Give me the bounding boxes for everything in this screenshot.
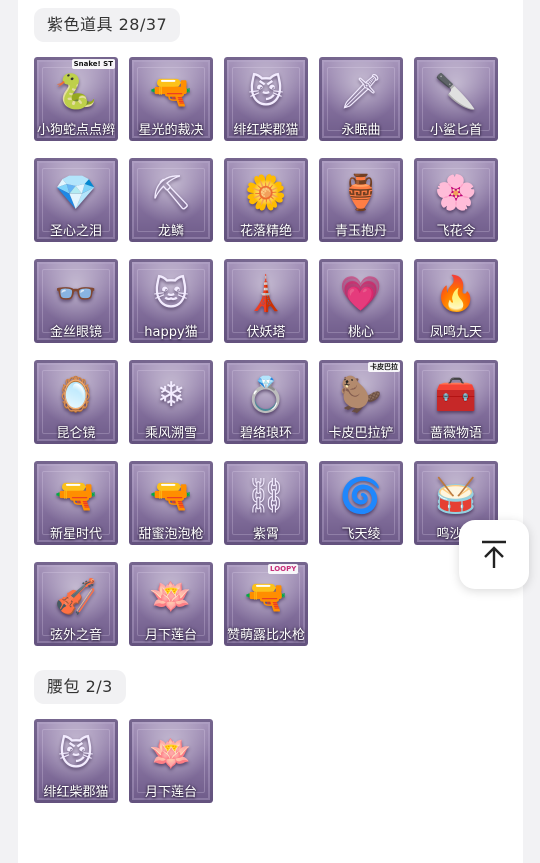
item-card[interactable]: 🪞 昆仑镜 xyxy=(34,360,118,444)
bubble-gun-icon: 🔫 xyxy=(149,476,193,517)
sword-icon: 🗡 xyxy=(339,72,383,113)
item-label: 小狗蛇点点辫 xyxy=(36,123,115,138)
gem-staff-icon: 💎 xyxy=(54,173,98,214)
cat-figure-icon: 🐱 xyxy=(153,274,189,315)
item-card[interactable]: 🔪 小鲨匕首 xyxy=(414,57,498,141)
item-card[interactable]: 🐍 Snake! ST 小狗蛇点点辫 xyxy=(34,57,118,141)
item-label: 伏妖塔 xyxy=(246,325,286,340)
item-label: 绯红柴郡猫 xyxy=(233,123,299,138)
first-aid-box-icon: 🧰 xyxy=(434,375,478,416)
item-label: 凤鸣九天 xyxy=(429,325,482,340)
item-label: 赞萌露比水枪 xyxy=(226,628,305,643)
item-badge: Snake! ST xyxy=(71,59,115,69)
item-card[interactable]: ⛏ 龙鳞 xyxy=(129,158,213,242)
item-card[interactable]: 🔫 LOOPY 赞萌露比水枪 xyxy=(224,562,308,646)
waist-bag-grid: 😼 绯红柴郡猫 🪷 月下莲台 xyxy=(34,719,498,803)
item-label: 圣心之泪 xyxy=(49,224,102,239)
item-card[interactable]: 🔫 新星时代 xyxy=(34,461,118,545)
revolver-icon: 🔫 xyxy=(149,72,193,113)
item-card[interactable]: 🔫 星光的裁决 xyxy=(129,57,213,141)
item-card[interactable]: 💗 桃心 xyxy=(319,259,403,343)
item-card[interactable]: ❄ 乘风溯雪 xyxy=(129,360,213,444)
glasses-icon: 👓 xyxy=(54,274,98,315)
section-title-purple-items: 紫色道具 28/37 xyxy=(34,8,181,42)
flower-staff-icon: 🌼 xyxy=(244,173,288,214)
item-card[interactable]: 🌼 花落精绝 xyxy=(224,158,308,242)
item-label: 星光的裁决 xyxy=(138,123,204,138)
flower-ball-icon: 🌸 xyxy=(434,173,478,214)
item-card[interactable]: 😼 绯红柴郡猫 xyxy=(34,719,118,803)
purple-items-grid: 🐍 Snake! ST 小狗蛇点点辫 🔫 星光的裁决 😼 绯红柴郡猫 🗡 永眠曲 🔪 小鲨匕首 💎 圣心… xyxy=(34,57,498,646)
item-card[interactable]: 💍 碧络琅环 xyxy=(224,360,308,444)
item-label: 飞天绫 xyxy=(341,527,381,542)
shovel-icon: ⛏ xyxy=(149,173,193,214)
item-label: 飞花令 xyxy=(436,224,476,239)
instrument-icon: 🎻 xyxy=(54,577,98,618)
item-label: 弦外之音 xyxy=(49,628,102,643)
section-title-waist-bag: 腰包 2/3 xyxy=(34,670,126,704)
item-card[interactable]: 🎻 弦外之音 xyxy=(34,562,118,646)
item-label: 卡皮巴拉铲 xyxy=(328,426,394,441)
golden-pistol-icon: 🔫 xyxy=(54,476,98,517)
heart-wand-icon: 💗 xyxy=(339,274,383,315)
item-label: 龙鳞 xyxy=(157,224,184,239)
blue-armor-icon: ❄ xyxy=(156,375,186,416)
item-card[interactable]: 🪷 月下莲台 xyxy=(129,562,213,646)
lotus-staff-icon: 🪷 xyxy=(149,577,193,618)
ribbon-icon: 🌀 xyxy=(339,476,383,517)
pagoda-icon: 🗼 xyxy=(244,274,288,315)
item-card[interactable]: 🌀 飞天绫 xyxy=(319,461,403,545)
item-card[interactable]: 🔥 凤鸣九天 xyxy=(414,259,498,343)
drum-staff-icon: 🥁 xyxy=(434,476,478,517)
item-label: 青玉抱丹 xyxy=(334,224,387,239)
snake-figure-icon: 🐍 xyxy=(54,72,98,113)
item-card[interactable]: 🌸 飞花令 xyxy=(414,158,498,242)
mirror-icon: 🪞 xyxy=(54,375,98,416)
item-card[interactable]: 🦫 卡皮巴拉卡皮巴拉铲 xyxy=(319,360,403,444)
item-label: 紫霄 xyxy=(252,527,279,542)
water-gun-icon: 🔫 xyxy=(244,577,288,618)
jade-bottle-icon: 🏺 xyxy=(339,173,383,214)
item-label: 绯红柴郡猫 xyxy=(43,785,109,800)
item-label: 桃心 xyxy=(347,325,374,340)
item-label: 新星时代 xyxy=(49,527,102,542)
item-card[interactable]: 🏺 青玉抱丹 xyxy=(319,158,403,242)
item-label: happy猫 xyxy=(144,325,198,340)
item-badge: 卡皮巴拉 xyxy=(368,362,400,372)
item-label: 金丝眼镜 xyxy=(49,325,102,340)
item-card[interactable]: 😼 绯红柴郡猫 xyxy=(224,57,308,141)
capybara-icon: 🦫 xyxy=(339,375,383,416)
item-card[interactable]: 🧰 蔷薇物语 xyxy=(414,360,498,444)
item-label: 月下莲台 xyxy=(144,785,197,800)
lotus-staff-icon: 🪷 xyxy=(149,734,193,775)
red-blade-icon: 🔥 xyxy=(434,274,478,315)
item-card[interactable]: 👓 金丝眼镜 xyxy=(34,259,118,343)
item-label: 月下莲台 xyxy=(144,628,197,643)
item-card[interactable]: 💎 圣心之泪 xyxy=(34,158,118,242)
item-card[interactable]: ⛓ 紫霄 xyxy=(224,461,308,545)
item-badge: LOOPY xyxy=(268,564,299,574)
chain-pendant-icon: ⛓ xyxy=(244,476,288,517)
item-label: 碧络琅环 xyxy=(239,426,292,441)
dagger-icon: 🔪 xyxy=(434,72,478,113)
cat-egg-icon: 😼 xyxy=(248,72,284,113)
item-label: 永眠曲 xyxy=(341,123,381,138)
item-card[interactable]: 🔫 甜蜜泡泡枪 xyxy=(129,461,213,545)
item-card[interactable]: 🗡 永眠曲 xyxy=(319,57,403,141)
item-card[interactable]: 🪷 月下莲台 xyxy=(129,719,213,803)
scroll-to-top-button[interactable] xyxy=(459,520,529,589)
item-label: 小鲨匕首 xyxy=(429,123,482,138)
item-card[interactable]: 🐱 happy猫 xyxy=(129,259,213,343)
item-card[interactable]: 🗼 伏妖塔 xyxy=(224,259,308,343)
item-label: 花落精绝 xyxy=(239,224,292,239)
jade-ring-icon: 💍 xyxy=(244,375,288,416)
item-label: 乘风溯雪 xyxy=(144,426,197,441)
item-label: 蔷薇物语 xyxy=(429,426,482,441)
item-label: 甜蜜泡泡枪 xyxy=(138,527,204,542)
item-label: 昆仑镜 xyxy=(56,426,96,441)
cat-egg-icon: 😼 xyxy=(58,734,94,775)
arrow-up-to-top-icon xyxy=(482,540,506,568)
